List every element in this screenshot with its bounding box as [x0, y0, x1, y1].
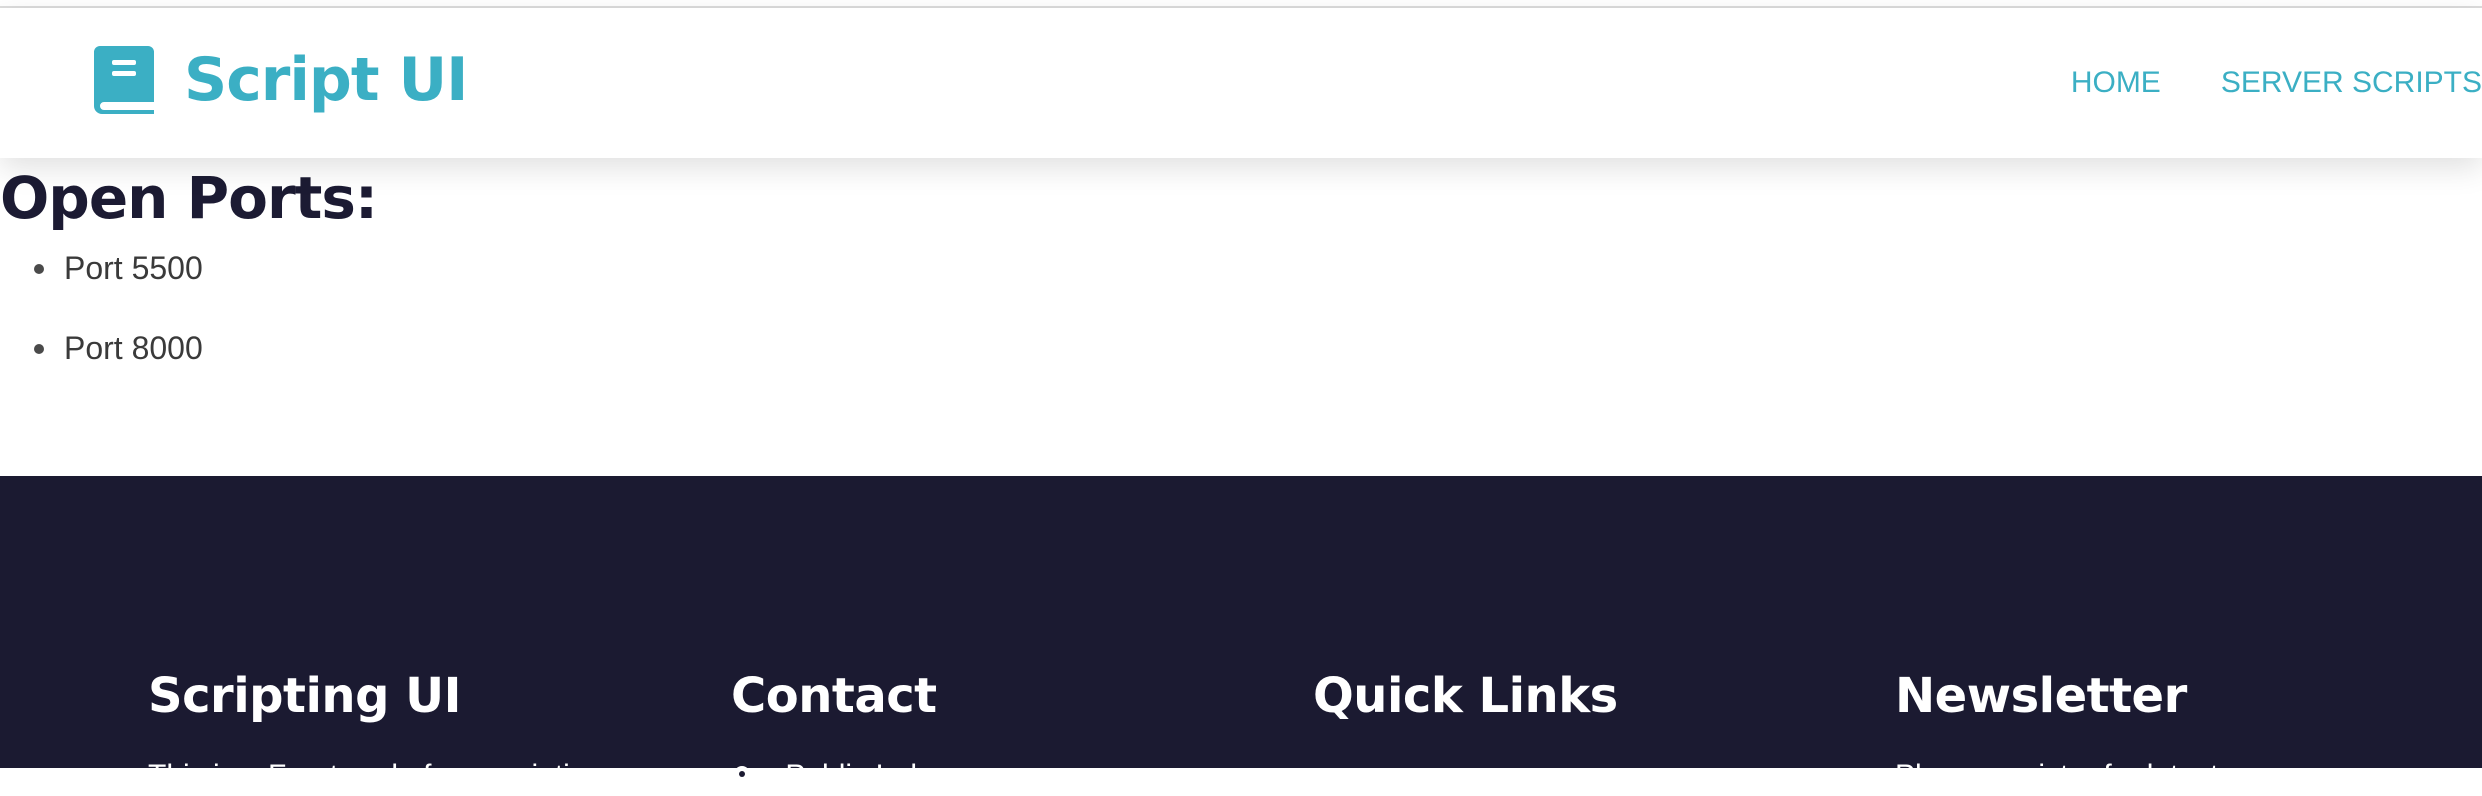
footer-col-quick-links: Quick Links: [1313, 666, 1833, 726]
footer-col-scripting-ui: Scripting UI This is a Front-end of our …: [148, 666, 668, 796]
footer-contact-line: Public Index...: [731, 756, 1251, 796]
main-content: Open Ports: Port 5500 Port 8000: [0, 158, 2482, 476]
navbar: Script UI HOME SERVER SCRIPTS: [0, 8, 2482, 158]
footer-text: Please register for latest: [1895, 759, 2219, 792]
bullet-icon: [34, 344, 44, 354]
footer-heading: Quick Links: [1313, 668, 1618, 724]
footer-text: This is a Front-end of our scripti: [148, 759, 570, 792]
main-nav: HOME SERVER SCRIPTS: [2011, 63, 2482, 103]
book-icon: [94, 46, 154, 114]
location-pin-icon: [734, 766, 750, 789]
list-item: Port 8000: [0, 328, 203, 368]
port-label: Port 8000: [64, 330, 203, 366]
footer-heading: Contact: [731, 668, 937, 724]
brand-name: Script UI: [184, 45, 468, 115]
footer: Scripting UI This is a Front-end of our …: [0, 476, 2482, 792]
bullet-icon: [34, 264, 44, 274]
nav-link-home[interactable]: HOME: [2071, 63, 2161, 103]
footer-heading: Newsletter: [1895, 668, 2187, 724]
browser-top-border: [0, 0, 2482, 8]
nav-link-server-scripts[interactable]: SERVER SCRIPTS: [2221, 63, 2482, 103]
footer-col-contact: Contact Public Index...: [731, 666, 1251, 796]
list-item: Port 5500: [0, 248, 203, 288]
footer-col-newsletter: Newsletter Please register for latest: [1895, 666, 2415, 796]
page-title: Open Ports:: [0, 164, 378, 232]
port-label: Port 5500: [64, 250, 203, 286]
brand-logo-link[interactable]: Script UI: [94, 46, 468, 114]
open-ports-list: Port 5500 Port 8000: [0, 248, 203, 408]
footer-heading: Scripting UI: [148, 668, 461, 724]
footer-text: Public Index...: [785, 759, 974, 792]
